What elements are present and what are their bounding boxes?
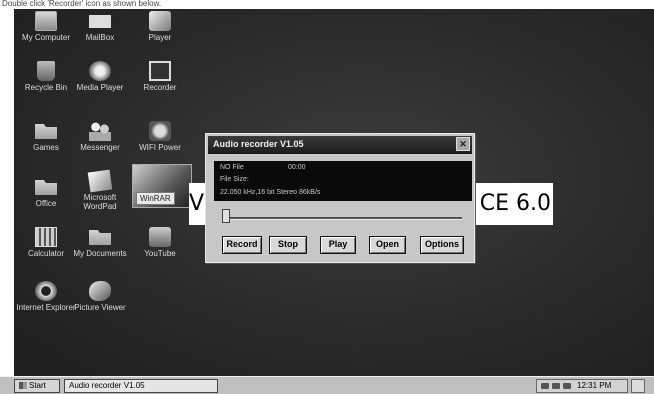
audio-recorder-window: Audio recorder V1.05 ✕ NO File 00:00 Fil…	[205, 133, 475, 263]
desktop-icon-calculator[interactable]: Calculator	[16, 227, 76, 258]
instruction-caption: Double click 'Recorder' icon as shown be…	[0, 0, 654, 9]
desktop-icon-label: Picture Viewer	[74, 303, 126, 312]
mailbox-icon	[89, 15, 111, 28]
audio-format-info: 22.050 kHz,16 bit Stereo 86kB/s	[220, 189, 321, 196]
desktop-icon-picture-viewer[interactable]: Picture Viewer	[70, 281, 130, 312]
office-folder-icon	[35, 180, 57, 195]
progress-slider-thumb[interactable]	[222, 209, 230, 223]
desktop-icon-label: Microsoft WordPad	[83, 193, 117, 211]
desktop-icon-label: My Documents	[73, 249, 127, 258]
window-title: Audio recorder V1.05	[213, 139, 304, 149]
desktop-icon-label: WIFI Power	[139, 143, 181, 152]
desktop-icon-recorder[interactable]: Recorder	[130, 61, 190, 92]
stop-button[interactable]: Stop	[269, 236, 307, 254]
start-label: Start	[29, 381, 46, 390]
network-icon[interactable]	[541, 383, 549, 389]
desktop-icon-mailbox[interactable]: MailBox	[70, 11, 130, 42]
documents-folder-icon	[89, 230, 111, 245]
banner-text-right: CE 6.0	[479, 191, 551, 216]
windows-logo-icon	[19, 382, 27, 389]
desktop-icon-label: Recycle Bin	[24, 83, 68, 92]
desktop-icon-label: My Computer	[21, 33, 70, 42]
media-player-icon	[89, 61, 111, 81]
desktop-icon-office[interactable]: Office	[16, 177, 76, 208]
start-button[interactable]: Start	[14, 379, 60, 393]
options-button[interactable]: Options	[420, 236, 464, 254]
desktop-icon-my-computer[interactable]: My Computer	[16, 11, 76, 42]
progress-track[interactable]	[222, 217, 462, 220]
window-titlebar[interactable]: Audio recorder V1.05 ✕	[208, 136, 472, 154]
clock[interactable]: 12:31 PM	[577, 380, 611, 392]
desktop-icon-label: Internet Explorer	[16, 303, 76, 312]
desktop-icon-label[interactable]: WinRAR	[136, 192, 175, 205]
record-button[interactable]: Record	[222, 236, 262, 254]
recycle-bin-icon	[37, 61, 55, 81]
time-readout: 00:00	[288, 164, 306, 171]
youtube-icon	[149, 227, 171, 247]
recorder-icon	[149, 61, 171, 81]
desktop-icon-wifi-power[interactable]: WIFI Power	[130, 121, 190, 152]
banner-text-left: V	[189, 191, 205, 216]
picture-viewer-icon	[89, 281, 111, 301]
wifi-power-icon	[149, 121, 171, 141]
desktop-icon-player[interactable]: Player	[130, 11, 190, 42]
internet-explorer-icon	[35, 281, 57, 301]
desktop-icon-label: Calculator	[27, 249, 64, 258]
file-name-label: NO File	[220, 164, 244, 171]
open-button[interactable]: Open	[369, 236, 406, 254]
recorder-display: NO File 00:00 File Size: 22.050 kHz,16 b…	[214, 161, 472, 201]
desktop-icon-media-player[interactable]: Media Player	[70, 61, 130, 92]
computer-icon	[35, 11, 57, 31]
desktop-icon-recycle-bin[interactable]: Recycle Bin	[16, 61, 76, 92]
desktop-icon-internet-explorer[interactable]: Internet Explorer	[16, 281, 76, 312]
desktop-icon-label: Media Player	[76, 83, 124, 92]
desktop-icon-label: Office	[35, 199, 57, 208]
volume-icon[interactable]	[552, 383, 560, 389]
desktop-icon-label: YouTube	[144, 249, 176, 258]
desktop-icon-label: MailBox	[85, 33, 115, 42]
desktop-icon-label: Player	[148, 33, 172, 42]
desktop-icon-label: Messenger	[80, 143, 120, 152]
calculator-icon	[35, 227, 57, 247]
desktop-icon-youtube[interactable]: YouTube	[130, 227, 190, 258]
desktop-icon-messenger[interactable]: Messenger	[70, 121, 130, 152]
file-size-label: File Size:	[220, 176, 249, 183]
desktop-icon-my-documents[interactable]: My Documents	[70, 227, 130, 258]
messenger-icon	[89, 121, 111, 141]
desktop-icon-label: Games	[33, 143, 59, 152]
desktop-icon-label: Recorder	[143, 83, 177, 92]
play-button[interactable]: Play	[320, 236, 356, 254]
taskbar-item-label: Audio recorder V1.05	[69, 381, 145, 390]
player-icon	[149, 11, 171, 31]
taskbar-item-audio-recorder[interactable]: Audio recorder V1.05	[64, 379, 218, 393]
desktop-icon-wordpad[interactable]: Microsoft WordPad	[70, 169, 130, 211]
wordpad-icon	[87, 169, 113, 193]
desktop-icon-games[interactable]: Games	[16, 121, 76, 152]
show-desktop-icon[interactable]	[631, 379, 645, 393]
battery-icon[interactable]	[563, 383, 571, 389]
taskbar: Start Audio recorder V1.05 12:31 PM	[0, 376, 654, 394]
close-icon[interactable]: ✕	[456, 137, 470, 151]
games-folder-icon	[35, 124, 57, 139]
system-tray: 12:31 PM	[536, 379, 628, 393]
